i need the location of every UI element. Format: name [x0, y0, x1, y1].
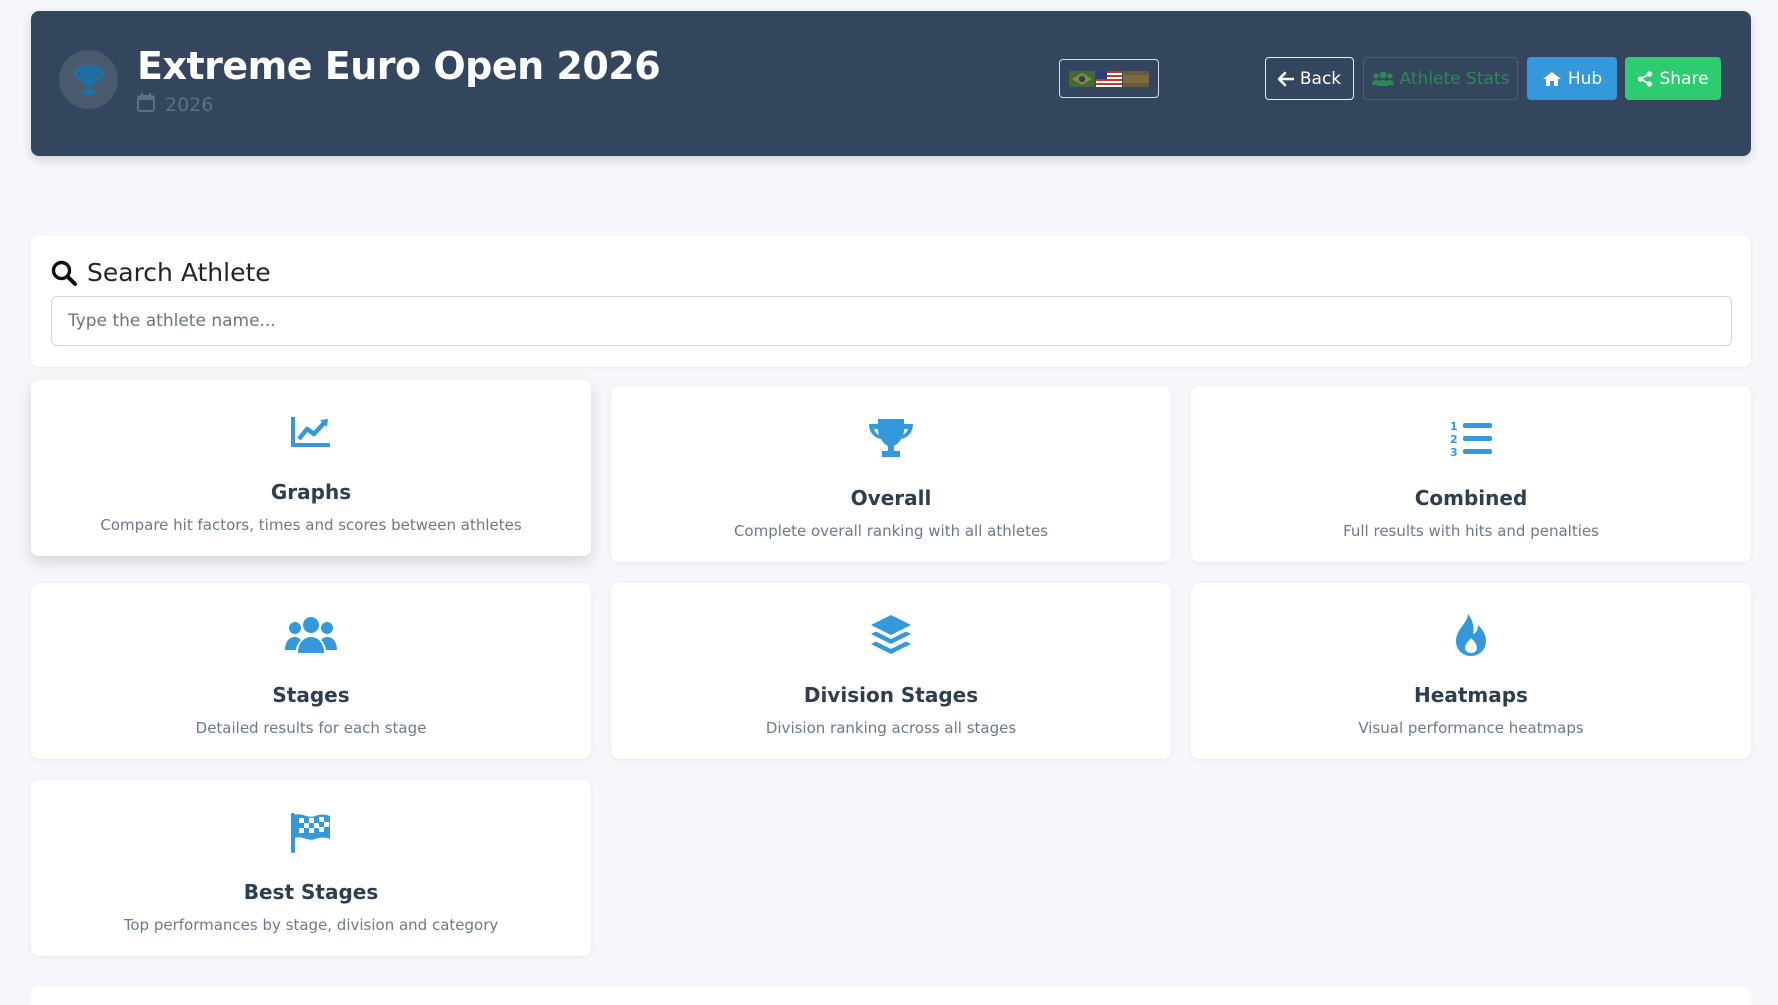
language-selector[interactable] [1059, 59, 1159, 98]
arrow-left-icon [1277, 71, 1294, 86]
card-stages[interactable]: Stages Detailed results for each stage [31, 583, 591, 759]
page-header: Extreme Euro Open 2026 2026 Back Athlete… [31, 11, 1751, 156]
users-icon [1371, 71, 1394, 86]
search-icon [51, 260, 77, 286]
next-panel [31, 987, 1751, 1005]
card-best-stages[interactable]: Best Stages Top performances by stage, d… [31, 780, 591, 956]
card-division-stages[interactable]: Division Stages Division ranking across … [611, 583, 1171, 759]
athlete-stats-button[interactable]: Athlete Stats [1363, 57, 1518, 100]
event-year-text: 2026 [165, 94, 214, 116]
trophy-logo-icon [59, 50, 118, 109]
card-description: Detailed results for each stage [195, 719, 427, 737]
layer-group-icon [611, 613, 1171, 657]
card-title: Overall [850, 486, 932, 510]
card-description: Top performances by stage, division and … [123, 916, 499, 934]
back-button[interactable]: Back [1265, 57, 1354, 100]
card-title: Division Stages [803, 683, 979, 707]
card-title: Combined [1414, 486, 1528, 510]
card-title: Best Stages [243, 880, 379, 904]
svg-text:3: 3 [1450, 446, 1458, 457]
usa-flag-icon [1096, 70, 1122, 87]
card-combined[interactable]: 123 Combined Full results with hits and … [1191, 386, 1751, 562]
search-heading: Search Athlete [51, 258, 271, 287]
card-graphs[interactable]: Graphs Compare hit factors, times and sc… [31, 380, 591, 556]
users-icon [31, 613, 591, 657]
card-title: Graphs [270, 480, 352, 504]
fire-icon [1191, 613, 1751, 657]
card-heatmaps[interactable]: Heatmaps Visual performance heatmaps [1191, 583, 1751, 759]
search-input[interactable] [51, 296, 1732, 346]
card-title: Stages [272, 683, 350, 707]
trophy-icon [611, 416, 1171, 460]
brazil-flag-icon [1069, 70, 1095, 87]
flag-checkered-icon [31, 810, 591, 854]
svg-text:1: 1 [1450, 420, 1458, 433]
chart-line-icon [31, 410, 591, 454]
page-title: Extreme Euro Open 2026 [137, 44, 661, 88]
card-description: Full results with hits and penalties [1343, 522, 1599, 540]
card-title: Heatmaps [1414, 683, 1528, 707]
search-panel: Search Athlete [31, 236, 1751, 367]
card-description: Compare hit factors, times and scores be… [100, 516, 522, 534]
event-year: 2026 [137, 93, 213, 117]
list-ol-icon: 123 [1191, 416, 1751, 460]
hub-button[interactable]: Hub [1527, 57, 1617, 100]
svg-text:2: 2 [1450, 433, 1458, 446]
share-icon [1638, 70, 1653, 87]
calendar-icon [137, 93, 155, 117]
spain-flag-icon [1123, 70, 1149, 87]
card-description: Visual performance heatmaps [1358, 719, 1584, 737]
card-description: Division ranking across all stages [765, 719, 1017, 737]
card-description: Complete overall ranking with all athlet… [733, 522, 1049, 540]
share-button[interactable]: Share [1625, 57, 1721, 100]
home-icon [1542, 71, 1561, 86]
card-overall[interactable]: Overall Complete overall ranking with al… [611, 386, 1171, 562]
